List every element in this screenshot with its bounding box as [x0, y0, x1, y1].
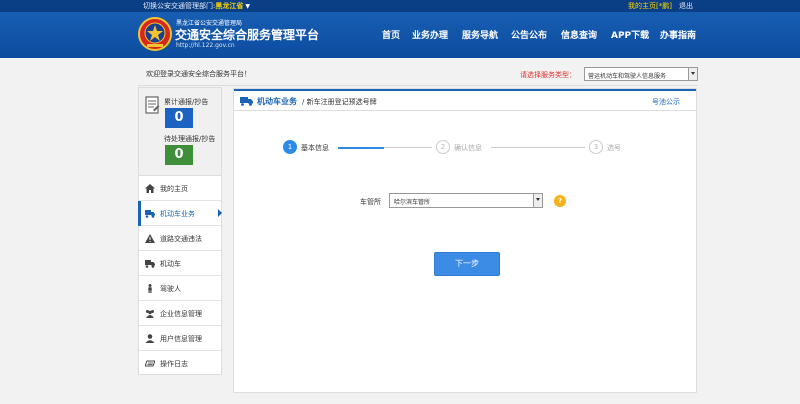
sidebar-item-label: 操作日志: [160, 360, 188, 368]
sidebar-item-label: 企业信息管理: [160, 310, 202, 318]
sidebar: 累计通报/抄告 0 待处理通报/抄告 0 我的主页 机动车业务 道路交通违法 机…: [138, 87, 222, 375]
help-icon[interactable]: ?: [554, 195, 566, 207]
sidebar-item-enterprise-info[interactable]: 企业信息管理: [139, 301, 221, 326]
region-switcher[interactable]: 切换公安交通管理部门:黑龙江省 ▼: [143, 1, 250, 12]
chevron-down-icon[interactable]: [688, 68, 697, 80]
home-icon: [145, 184, 155, 193]
step-line: [384, 147, 432, 148]
pending-notices-count[interactable]: 0: [165, 145, 193, 165]
step-progress-line: [338, 147, 384, 149]
log-icon: [145, 360, 155, 367]
welcome-text: 欢迎登录交通安全综合服务平台！: [146, 70, 251, 78]
content-area: 1 基本信息 2 确认信息 3 选号 车管所 哈尔滨车管所 ? 下一步: [234, 117, 696, 392]
truck-icon: [240, 97, 253, 106]
pending-notices-label: 待处理通报/抄告: [164, 135, 216, 143]
step-line: [491, 147, 585, 148]
site-header: 切换公安交通管理部门:黑龙江省 ▼ 我的主页[*鹏] 退出 黑龙江省公安交通管理局…: [0, 0, 800, 58]
sidebar-item-vehicle[interactable]: 机动车: [139, 251, 221, 276]
person-icon: [148, 284, 152, 293]
truck-icon: [145, 210, 155, 218]
plate-pool-announcement-link[interactable]: 号池公示: [652, 97, 680, 107]
divider: [138, 85, 698, 86]
station-select[interactable]: 哈尔滨车管所: [389, 193, 543, 208]
step-3-circle: 3: [589, 140, 603, 154]
station-value: 哈尔滨车管所: [394, 199, 431, 206]
region-prefix: 切换公安交通管理部门:: [143, 2, 216, 10]
service-type-select[interactable]: 营运机动车和驾驶人信息服务: [584, 67, 698, 81]
stats-box: 累计通报/抄告 0 待处理通报/抄告 0: [139, 88, 221, 176]
region-selected[interactable]: 黑龙江省: [215, 2, 243, 10]
welcome-bar: 欢迎登录交通安全综合服务平台！ 请选择服务类型： 营运机动车和驾驶人信息服务: [138, 62, 698, 84]
sidebar-item-label: 驾驶人: [160, 285, 181, 293]
step-2-label: 确认信息: [454, 144, 482, 152]
site-url: http://hl.122.gov.cn: [176, 42, 235, 49]
step-2-circle: 2: [436, 140, 450, 154]
sidebar-item-operation-log[interactable]: 操作日志: [139, 351, 221, 376]
chevron-down-icon[interactable]: [533, 194, 542, 207]
panel-header: 机动车业务 / 新车注册登记预选号牌 号池公示: [234, 89, 696, 111]
sidebar-item-label: 机动车: [160, 260, 181, 268]
sidebar-item-driver[interactable]: 驾驶人: [139, 276, 221, 301]
step-3-label: 选号: [607, 144, 621, 152]
nav-business[interactable]: 业务办理: [412, 28, 448, 41]
sidebar-item-label: 我的主页: [160, 185, 188, 193]
my-home-link[interactable]: 我的主页[*鹏]: [628, 1, 672, 11]
panel-subtitle: / 新车注册登记预选号牌: [302, 98, 377, 106]
chevron-right-icon: [218, 209, 222, 217]
panel-category[interactable]: 机动车业务: [257, 96, 297, 107]
step-1-label: 基本信息: [301, 144, 329, 152]
warning-icon: [145, 234, 155, 243]
next-step-button[interactable]: 下一步: [434, 252, 500, 276]
user-icon: [145, 334, 155, 343]
total-notices-label: 累计通报/抄告: [164, 98, 209, 106]
nav-service-guide[interactable]: 服务导航: [462, 28, 498, 41]
sidebar-item-label: 道路交通违法: [160, 235, 202, 243]
nav-home[interactable]: 首页: [382, 28, 400, 41]
group-icon: [146, 310, 154, 318]
sidebar-item-user-info[interactable]: 用户信息管理: [139, 326, 221, 351]
sidebar-item-my-home[interactable]: 我的主页: [139, 176, 221, 201]
sidebar-item-label: 机动车业务: [160, 210, 195, 218]
logout-link[interactable]: 退出: [679, 1, 693, 11]
nav-guide[interactable]: 办事指南: [660, 28, 696, 41]
document-icon: [145, 96, 160, 114]
sidebar-item-vehicle-business[interactable]: 机动车业务: [138, 201, 222, 226]
service-type-label: 请选择服务类型：: [520, 71, 576, 79]
nav-announcements[interactable]: 公告公布: [511, 28, 547, 41]
total-notices-count[interactable]: 0: [165, 108, 193, 128]
service-type-value: 营运机动车和驾驶人信息服务: [588, 73, 667, 80]
nav-app-download[interactable]: APP下载: [611, 28, 649, 41]
step-1-circle: 1: [283, 140, 297, 154]
police-emblem-icon: [138, 17, 172, 51]
main-panel: 机动车业务 / 新车注册登记预选号牌 号池公示 1 基本信息 2 确认信息 3 …: [233, 88, 697, 393]
sidebar-item-traffic-violation[interactable]: 道路交通违法: [139, 226, 221, 251]
station-label: 车管所: [360, 198, 381, 206]
car-icon: [145, 260, 155, 268]
nav-info-query[interactable]: 信息查询: [561, 28, 597, 41]
platform-title: 交通安全综合服务管理平台: [175, 28, 320, 42]
caret-down-icon[interactable]: ▼: [245, 3, 250, 10]
sidebar-item-label: 用户信息管理: [160, 335, 202, 343]
